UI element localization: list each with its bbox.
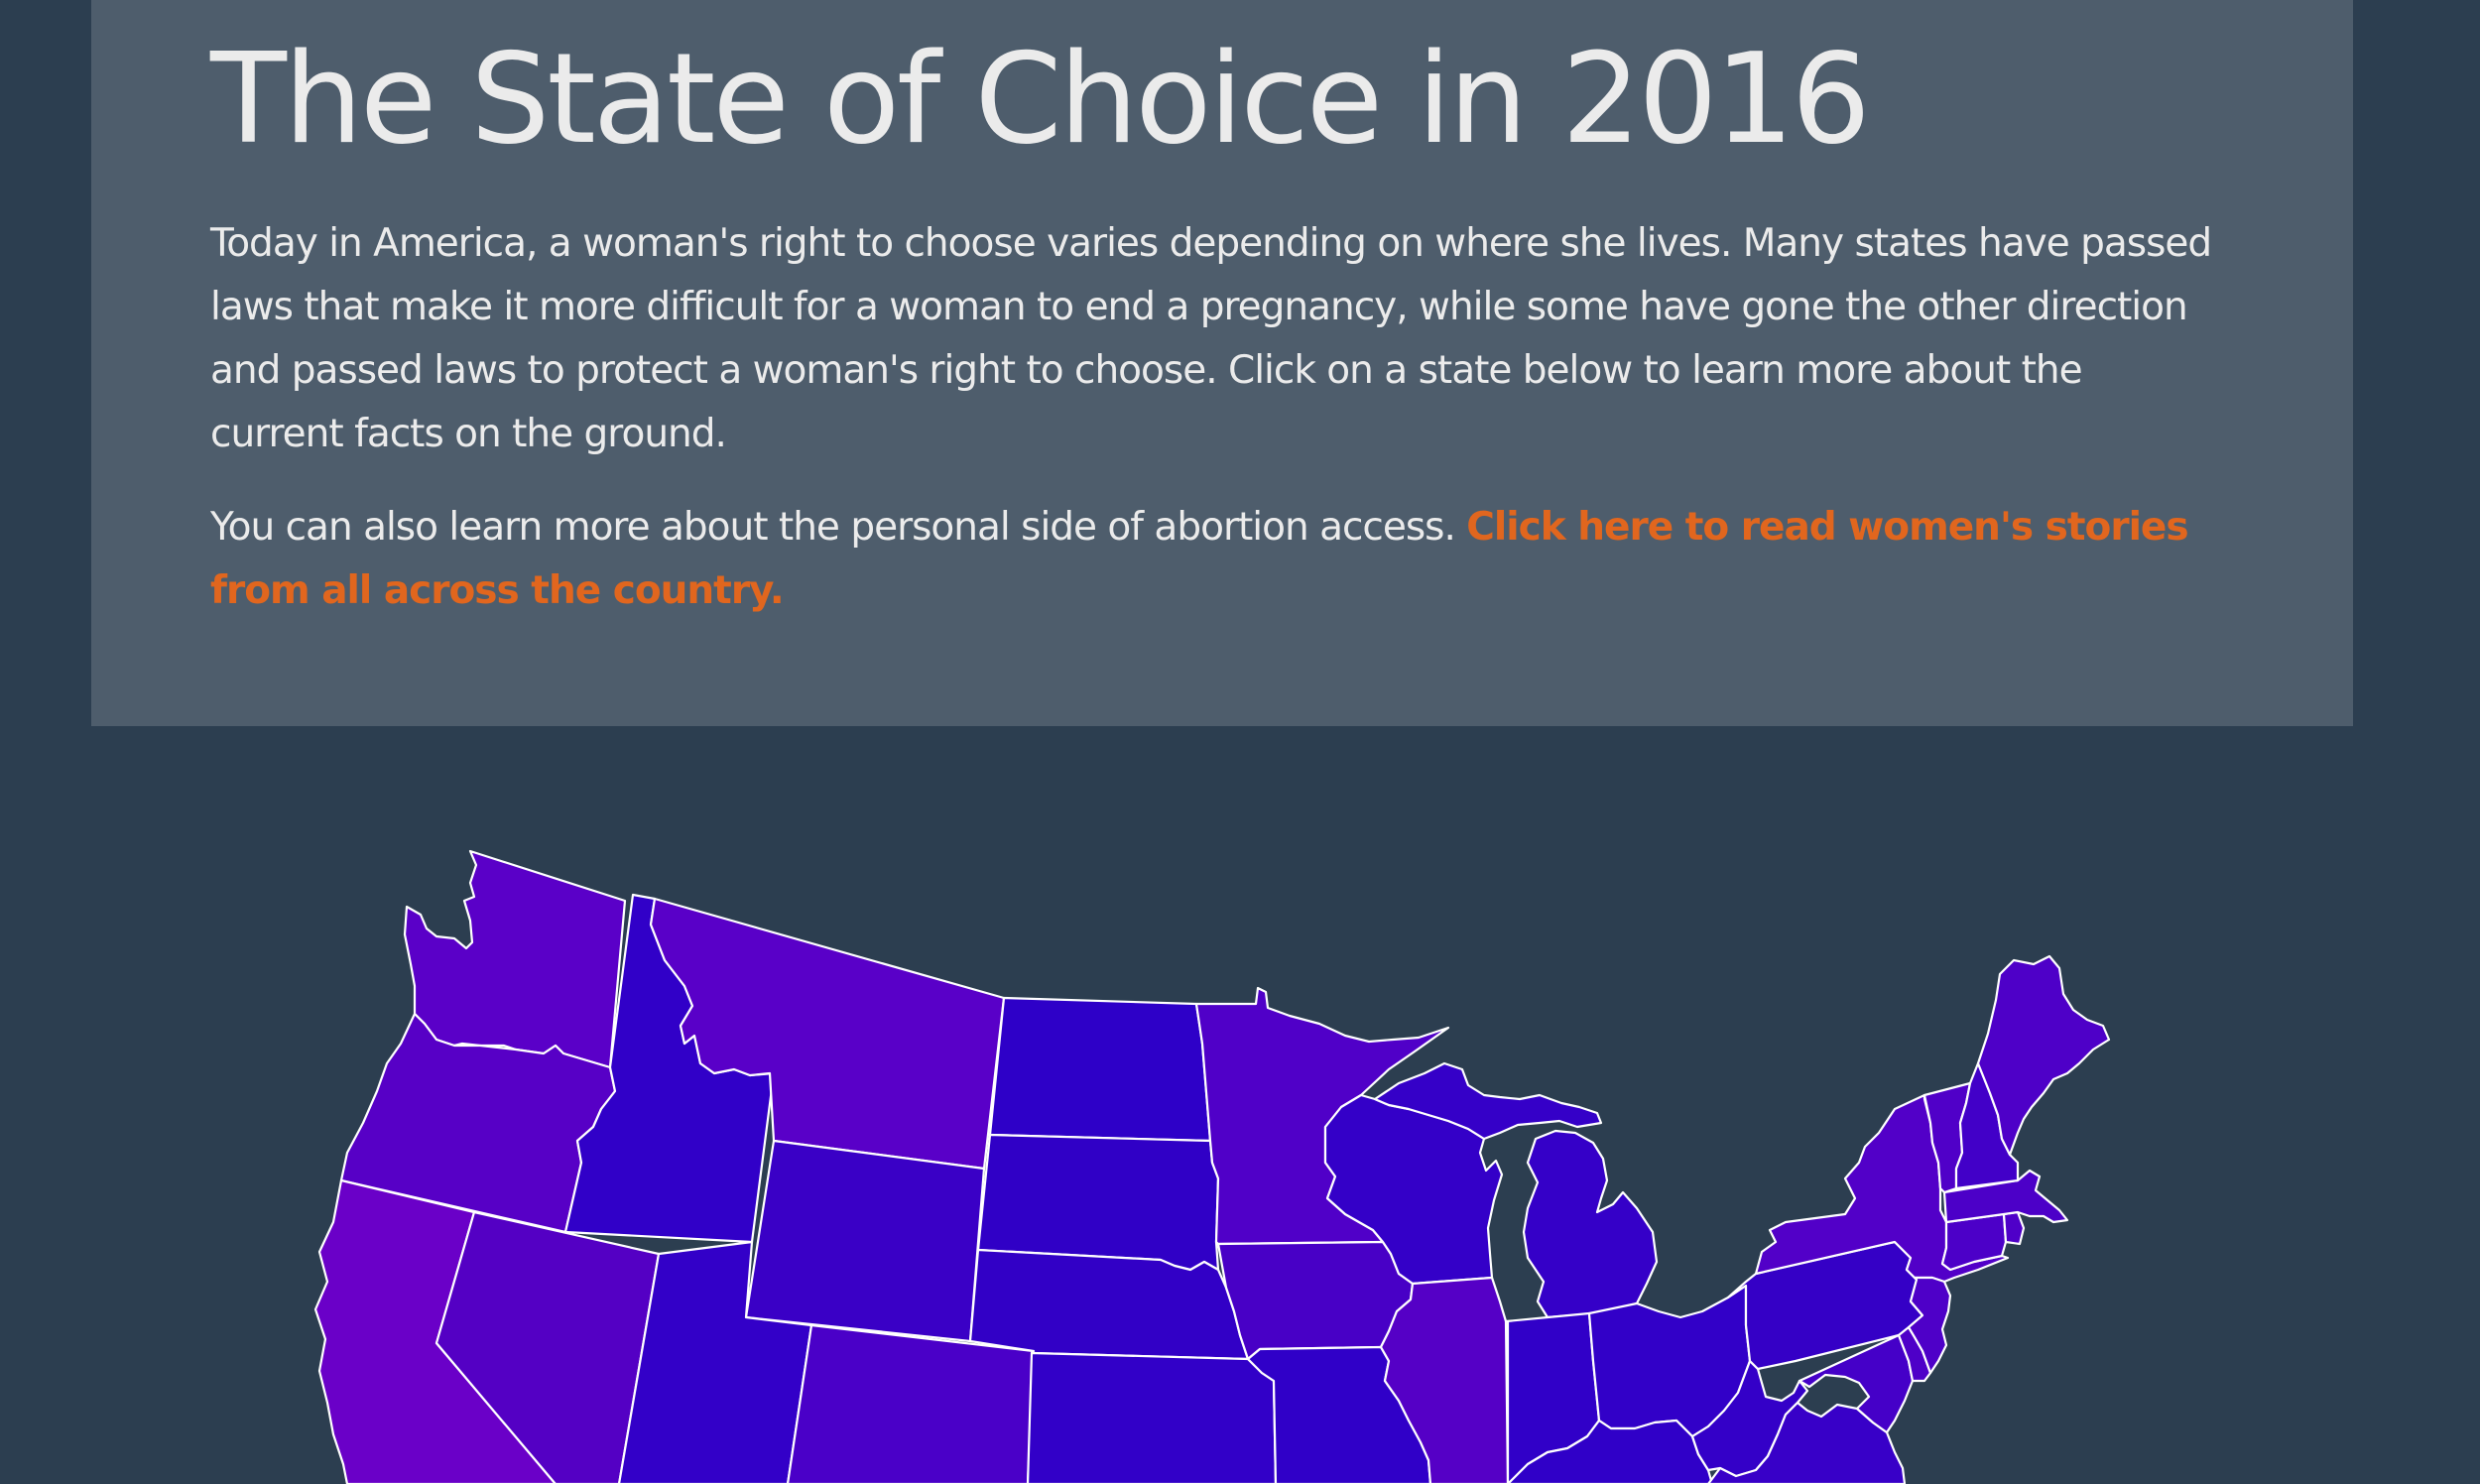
state-CO[interactable] bbox=[786, 1323, 1036, 1484]
us-map-svg bbox=[313, 849, 2111, 1484]
intro-paragraph: Today in America, a woman's right to cho… bbox=[210, 221, 2212, 456]
state-RI[interactable] bbox=[2002, 1210, 2026, 1246]
intro-panel: The State of Choice in 2016 Today in Ame… bbox=[91, 0, 2353, 726]
state-MI[interactable] bbox=[1522, 1129, 1659, 1319]
state-NE[interactable] bbox=[968, 1248, 1250, 1361]
us-choropleth-map bbox=[0, 726, 2480, 1484]
stories-paragraph: You can also learn more about the person… bbox=[210, 496, 2214, 623]
stories-prefix: You can also learn more about the person… bbox=[210, 505, 1467, 550]
state-WA[interactable] bbox=[403, 849, 627, 1069]
state-SD[interactable] bbox=[976, 1133, 1220, 1272]
state-KS[interactable] bbox=[1026, 1351, 1278, 1484]
page: The State of Choice in 2016 Today in Ame… bbox=[0, 0, 2480, 1484]
state-ND[interactable] bbox=[988, 996, 1212, 1143]
page-title: The State of Choice in 2016 bbox=[210, 26, 1871, 172]
state-WY[interactable] bbox=[744, 1139, 986, 1343]
